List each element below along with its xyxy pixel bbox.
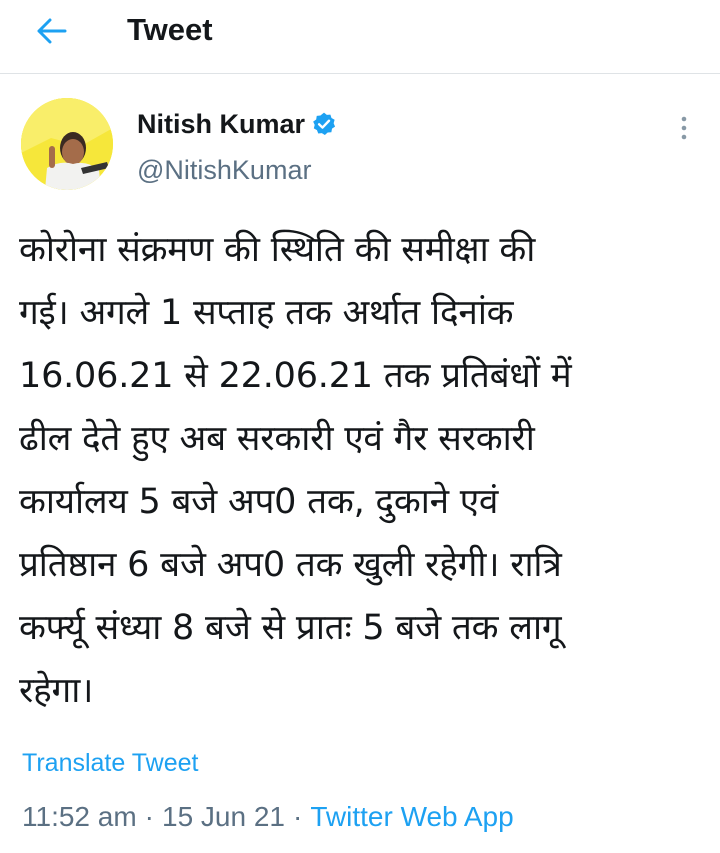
top-bar: Tweet	[0, 0, 720, 74]
separator-dot: ·	[144, 801, 154, 832]
tweet-date[interactable]: 15 Jun 21	[162, 801, 285, 832]
tweet-metadata: 11:52 am · 15 Jun 21 · Twitter Web App	[22, 797, 514, 837]
tweet-time[interactable]: 11:52 am	[22, 801, 137, 832]
avatar-image	[21, 98, 113, 190]
author-name[interactable]: Nitish Kumar	[137, 106, 337, 142]
avatar[interactable]	[21, 98, 113, 190]
back-button[interactable]	[28, 11, 76, 51]
translate-tweet-link[interactable]: Translate Tweet	[22, 745, 198, 781]
separator-dot: ·	[293, 801, 303, 832]
tweet-text-line: रहेगा।	[19, 671, 94, 711]
tweet-text-line: गई। अगले 1 सप्ताह तक अर्थात दिनांक	[19, 293, 514, 333]
tweet-text-line: कर्फ्यू संध्या 8 बजे से प्रातः 5 बजे तक …	[19, 608, 562, 648]
more-vertical-icon	[681, 116, 687, 140]
author-handle[interactable]: @NitishKumar	[137, 152, 311, 188]
tweet-source-link[interactable]: Twitter Web App	[310, 801, 513, 832]
tweet-text: कोरोना संक्रमण की स्थिति की समीक्षा की ग…	[19, 219, 709, 723]
tweet-text-line: 16.06.21 से 22.06.21 तक प्रतिबंधों में	[19, 356, 572, 396]
arrow-left-icon	[37, 18, 67, 44]
tweet-text-line: कार्यालय 5 बजे अप0 तक, दुकाने एवं	[19, 482, 499, 522]
page-title: Tweet	[127, 12, 213, 47]
more-options-button[interactable]	[664, 108, 704, 148]
tweet-text-line: कोरोना संक्रमण की स्थिति की समीक्षा की	[19, 230, 536, 270]
tweet-text-line: ढील देते हुए अब सरकारी एवं गैर सरकारी	[19, 419, 535, 459]
author-name-text: Nitish Kumar	[137, 109, 306, 139]
verified-badge-icon	[311, 111, 337, 137]
tweet-text-line: प्रतिष्ठान 6 बजे अप0 तक खुली रहेगी। रात्…	[19, 545, 562, 585]
